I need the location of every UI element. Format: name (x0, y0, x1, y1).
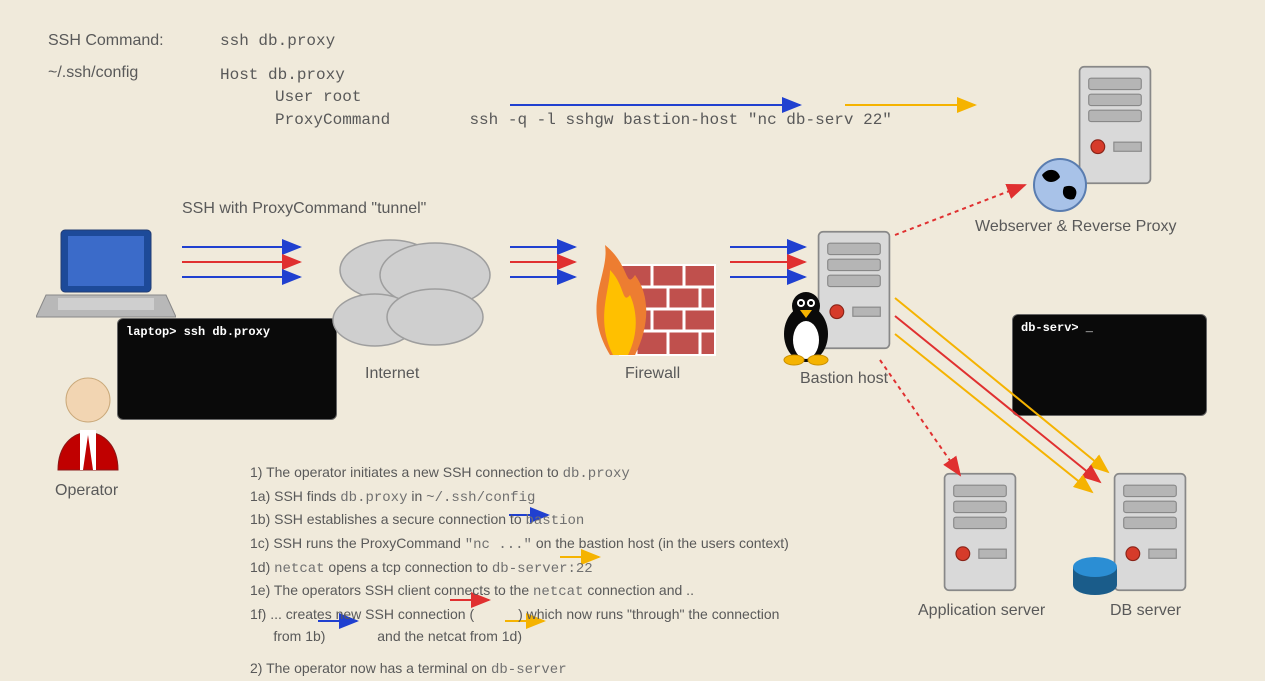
ssh-command-label: SSH Command: (48, 32, 164, 50)
config-line-user: User root (220, 86, 892, 108)
config-line-host: Host db.proxy (220, 64, 892, 86)
ssh-command-value: ssh db.proxy (220, 32, 335, 50)
operator-icon (48, 360, 128, 480)
config-line-proxycmd-val: ssh -q -l sshgw bastion-host "nc db-serv… (469, 111, 891, 129)
firewall-label: Firewall (625, 365, 680, 383)
laptop-terminal: laptop> ssh db.proxy (117, 318, 337, 420)
dbserver-terminal: db-serv> _ (1012, 314, 1207, 416)
dbserver-label: DB server (1110, 602, 1181, 620)
internet-label: Internet (365, 365, 419, 383)
db-cylinder-icon (1070, 555, 1120, 597)
laptop-icon (36, 225, 176, 325)
dbserver-icon (1110, 467, 1190, 597)
operator-label: Operator (55, 482, 118, 500)
appserver-label: Application server (918, 602, 1045, 620)
tux-icon (775, 290, 837, 368)
tunnel-label: SSH with ProxyCommand "tunnel" (182, 200, 426, 218)
config-path-label: ~/.ssh/config (48, 64, 138, 82)
appserver-icon (940, 467, 1020, 597)
bastion-label: Bastion host (800, 370, 888, 388)
cloud-icon (320, 225, 500, 355)
globe-icon (1030, 155, 1090, 215)
steps-block: 1) The operator initiates a new SSH conn… (250, 462, 890, 681)
config-line-proxycmd-key: ProxyCommand (275, 111, 390, 129)
firewall-icon (580, 235, 720, 365)
webserver-label: Webserver & Reverse Proxy (975, 218, 1177, 236)
